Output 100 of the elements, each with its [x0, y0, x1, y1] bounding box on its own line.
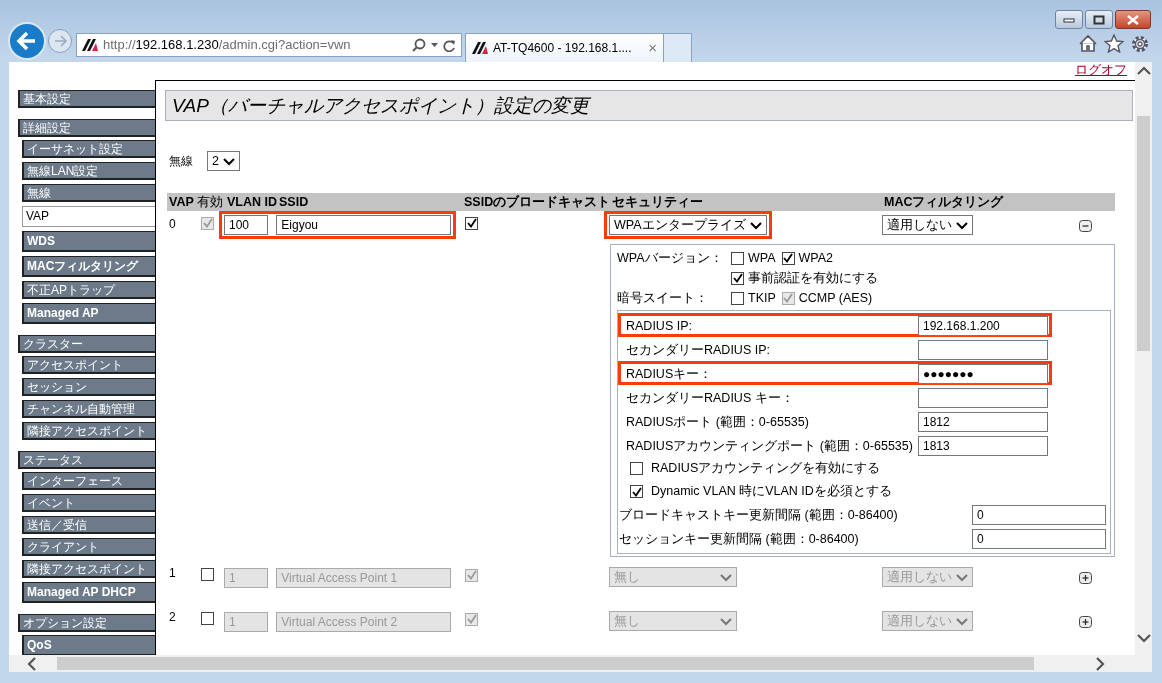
sidebar-item[interactable]: 隣接アクセスポイント	[22, 422, 155, 440]
column-header: MACフィルタリング	[882, 193, 1069, 211]
scrollbar-thumb[interactable]	[57, 657, 1034, 670]
chevron-icon	[956, 220, 968, 230]
sidebar-item[interactable]: 不正APトラップ	[22, 281, 155, 299]
chevron-icon	[956, 616, 968, 626]
mac-filter-dropdown[interactable]: 適用しない	[882, 215, 973, 235]
checkbox[interactable]	[630, 462, 643, 475]
radio-dropdown[interactable]: 2	[207, 151, 240, 171]
sidebar-item[interactable]: チャンネル自動管理	[22, 400, 155, 418]
column-header: SSID	[277, 193, 462, 211]
favorites-star-icon[interactable]	[1104, 34, 1124, 53]
refresh-icon[interactable]	[443, 38, 456, 52]
arrow-left-icon	[16, 30, 38, 52]
checkbox-label: 事前認証を有効にする	[748, 269, 878, 287]
scroll-down-icon[interactable]	[1136, 633, 1151, 643]
sidebar-item[interactable]: クライアント	[22, 538, 155, 556]
sidebar-item[interactable]: イーサネット設定	[22, 140, 155, 158]
sidebar-item[interactable]: インターフェース	[22, 472, 155, 490]
url-field[interactable]: http://192.168.1.230/admin.cgi?action=vwn	[103, 35, 407, 55]
caret-icon[interactable]	[431, 43, 438, 47]
page-title: VAP（バーチャルアクセスポイント）設定の変更	[165, 90, 1133, 121]
text-field[interactable]: 0	[972, 529, 1106, 549]
field-label: 暗号スイート：	[617, 289, 709, 307]
field-label: セカンダリーRADIUS IP:	[626, 341, 771, 359]
field-label: WPAバージョン：	[617, 249, 724, 267]
vertical-scrollbar[interactable]	[1135, 62, 1152, 655]
text-field[interactable]: ●●●●●●●	[918, 364, 1048, 384]
checkbox[interactable]	[731, 251, 744, 265]
column-header: セキュリティー	[610, 193, 882, 211]
text-field[interactable]: 1812	[918, 412, 1048, 432]
text-field[interactable]	[918, 340, 1048, 360]
checkbox[interactable]	[731, 291, 744, 305]
chevron-icon	[720, 572, 732, 582]
sidebar-item[interactable]: Managed AP DHCP	[22, 582, 155, 603]
sidebar-item[interactable]: WDS	[22, 231, 155, 252]
sidebar-section[interactable]: 基本設定	[18, 90, 155, 108]
tab-close-button[interactable]: ×	[648, 36, 657, 60]
logo-icon	[472, 42, 488, 54]
chevron-icon	[749, 220, 762, 230]
checkbox-label: WPA	[748, 249, 776, 267]
table-cell: 2	[169, 610, 176, 624]
checkbox-label: TKIP	[748, 289, 776, 307]
back-button[interactable]	[8, 22, 46, 60]
scroll-left-icon[interactable]	[27, 656, 37, 671]
sidebar-item[interactable]: QoS	[22, 635, 155, 655]
field-label: 無線	[169, 153, 193, 170]
text-field[interactable]: 192.168.1.200	[918, 316, 1048, 336]
ssid-field[interactable]: Eigyou	[276, 215, 451, 235]
text-field[interactable]: 0	[972, 505, 1106, 525]
maximize-icon	[1093, 14, 1105, 25]
checkbox-label: WPA2	[798, 249, 834, 267]
sidebar-item[interactable]: セッション	[22, 378, 155, 396]
security-dropdown[interactable]: WPAエンタープライズ	[609, 215, 767, 235]
sidebar-item[interactable]: 送信／受信	[22, 516, 155, 534]
search-icon[interactable]	[412, 38, 426, 52]
field-label: RADIUSポート (範囲：0-65535)	[626, 413, 810, 431]
checkbox[interactable]	[465, 216, 478, 230]
close-button[interactable]	[1115, 10, 1151, 29]
field-label: RADIUSキー：	[626, 365, 714, 383]
home-icon[interactable]	[1078, 34, 1098, 53]
checkbox[interactable]	[731, 271, 744, 285]
text-field[interactable]: 1813	[918, 436, 1048, 456]
sidebar-item[interactable]: アクセスポイント	[22, 356, 155, 374]
sidebar-item[interactable]: イベント	[22, 494, 155, 512]
sidebar-section[interactable]: クラスター	[18, 335, 155, 353]
settings-icon[interactable]	[1130, 34, 1150, 54]
collapse-icon[interactable]	[1079, 219, 1092, 232]
sidebar-item[interactable]: 無線	[22, 184, 155, 202]
checkbox-label: Dynamic VLAN 時にVLAN IDを必須とする	[651, 483, 892, 501]
sidebar-section[interactable]: オプション設定	[18, 614, 155, 632]
table-cell: 0	[169, 217, 176, 231]
sidebar-item[interactable]: 隣接アクセスポイント	[22, 560, 155, 578]
sidebar-section[interactable]: 詳細設定	[18, 119, 155, 137]
arrow-right-icon	[52, 34, 68, 48]
sidebar-item[interactable]: MACフィルタリング	[22, 256, 155, 277]
field-label: セッションキー更新間隔 (範囲：0-86400)	[619, 530, 859, 548]
maximize-button[interactable]	[1085, 10, 1113, 29]
sidebar-item[interactable]: VAP	[22, 206, 155, 227]
scroll-up-icon[interactable]	[1136, 66, 1151, 76]
minimize-icon	[1063, 15, 1075, 24]
browser-tab[interactable]: AT-TQ4600 - 192.168.1.... ×	[465, 33, 664, 62]
sidebar-item[interactable]: 無線LAN設定	[22, 162, 155, 180]
checkbox[interactable]	[781, 251, 795, 265]
vlan-id-field[interactable]: 100	[224, 215, 269, 235]
table-cell: 1	[169, 566, 176, 580]
logo-icon	[82, 39, 98, 51]
scroll-right-icon[interactable]	[1095, 656, 1105, 671]
text-field[interactable]	[918, 388, 1048, 408]
sidebar-section[interactable]: ステータス	[18, 451, 155, 469]
tab-title: AT-TQ4600 - 192.168.1....	[493, 40, 632, 57]
scrollbar-thumb[interactable]	[1137, 116, 1150, 351]
horizontal-scrollbar[interactable]	[9, 655, 1135, 672]
column-header: SSIDのブロードキャスト	[462, 193, 610, 211]
sidebar-item[interactable]: Managed AP	[22, 303, 155, 324]
chevron-icon	[956, 572, 968, 582]
logoff-link[interactable]: ログオフ	[1075, 62, 1127, 80]
column-header: 有効	[195, 193, 225, 211]
checkbox-label: CCMP (AES)	[798, 289, 873, 307]
checkbox[interactable]	[630, 485, 643, 498]
